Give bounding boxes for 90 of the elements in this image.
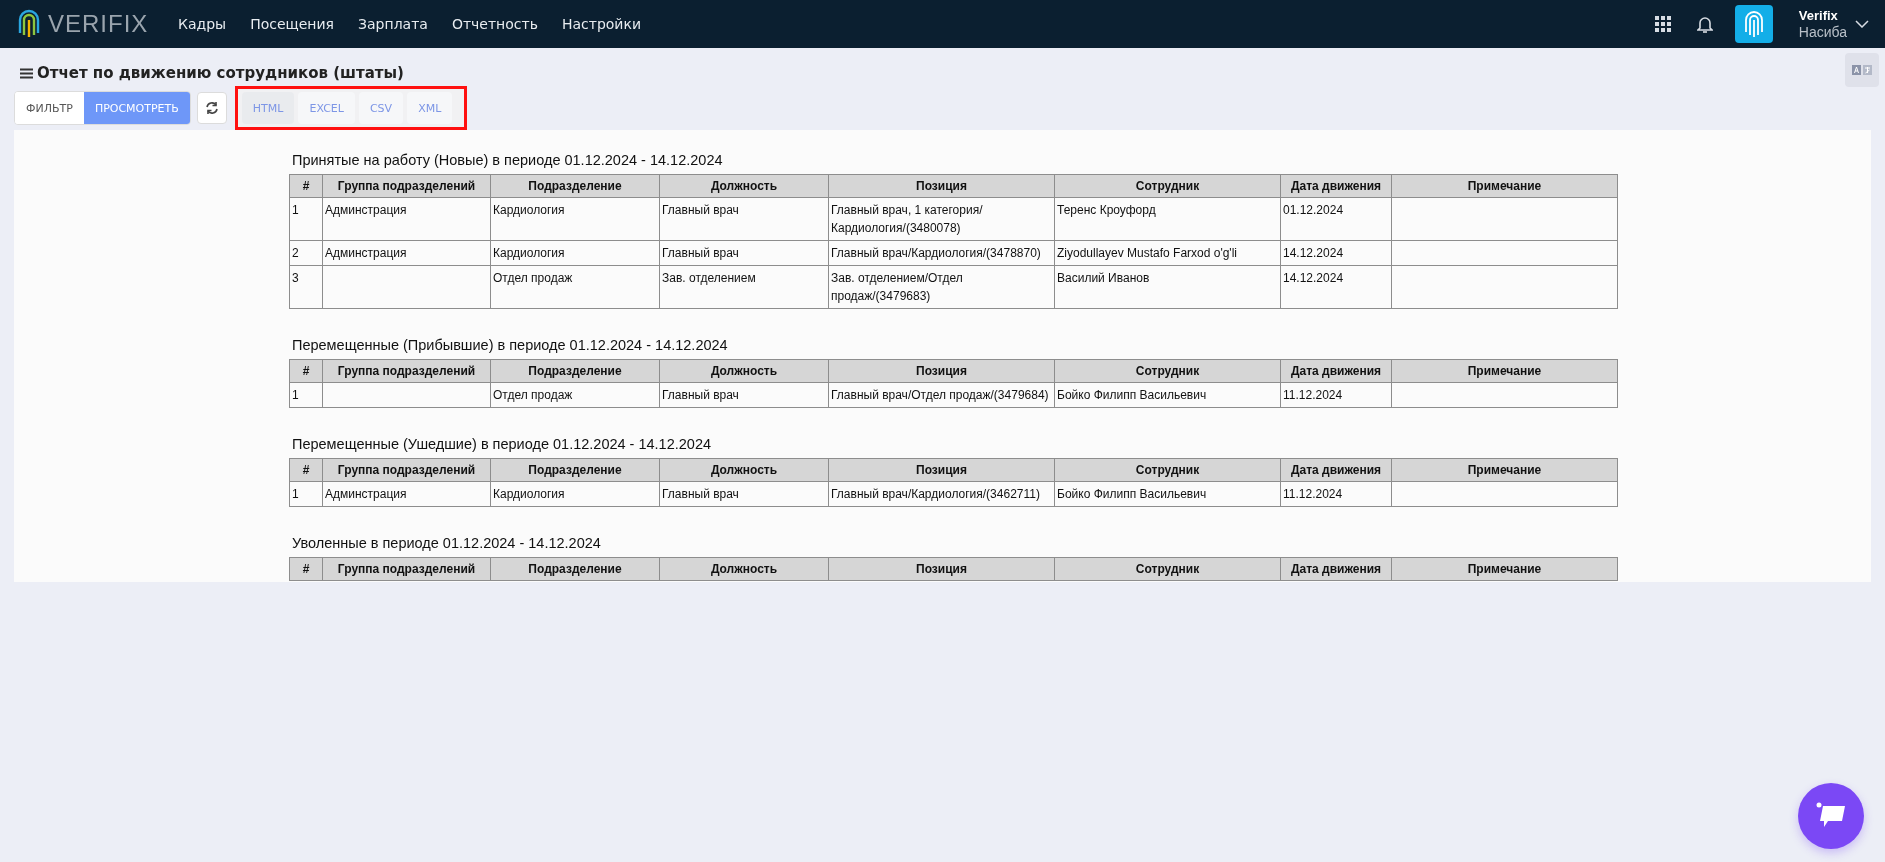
table-cell: Главный врач, 1 категория/ Кардиология/(3480078)	[831, 203, 983, 235]
table-cell: Главный врач/Кардиология/(3462711)	[831, 487, 1040, 501]
chevron-down-icon[interactable]	[1855, 20, 1869, 28]
fingerprint-logo-icon	[16, 9, 42, 39]
column-header: Сотрудник	[1054, 174, 1281, 198]
column-header: Группа подразделений	[322, 557, 491, 581]
table-cell: 2	[292, 246, 299, 260]
column-header: Должность	[659, 557, 829, 581]
table-cell: Главный врач/Отдел продаж/(3479684)	[831, 388, 1049, 402]
column-header: Подразделение	[490, 458, 660, 482]
table-cell: Главный врач	[662, 487, 739, 501]
column-header: #	[289, 458, 323, 482]
table-cell: 3	[292, 271, 299, 285]
section-title: Принятые на работу (Новые) в периоде 01.12.2024 - 14.12.2024	[292, 152, 724, 168]
table-cell: 14.12.2024	[1283, 246, 1344, 260]
table-cell: Бойко Филипп Васильевич	[1057, 487, 1207, 501]
table-cell: 11.12.2024	[1283, 487, 1343, 501]
translate-button[interactable]	[1845, 53, 1879, 87]
column-header: Группа подразделений	[322, 174, 491, 198]
column-header: Позиция	[828, 174, 1055, 198]
table-cell: 1	[292, 487, 299, 501]
section-title: Перемещенные (Прибывшие) в периоде 01.12.2024 - 14.12.2024	[292, 337, 729, 353]
translate-icon	[1852, 65, 1872, 75]
column-header: Сотрудник	[1054, 557, 1281, 581]
nav-menu-item[interactable]: Посещения	[250, 16, 335, 32]
column-header: Должность	[659, 174, 829, 198]
company-name[interactable]: Verifix	[1798, 7, 1847, 24]
column-header: Примечание	[1391, 359, 1618, 383]
table-cell: 01.12.2024	[1283, 203, 1344, 217]
table-cell: Главный врач	[662, 203, 739, 217]
table-cell: Бойко Филипп Васильевич	[1057, 388, 1207, 402]
column-header: Подразделение	[490, 359, 660, 383]
table-cell: Василий Иванов	[1057, 271, 1150, 285]
table-cell: Отдел продаж	[493, 271, 573, 285]
apps-grid-icon[interactable]	[1654, 16, 1671, 32]
column-header: #	[289, 174, 323, 198]
column-header: Дата движения	[1280, 174, 1392, 198]
column-header: Дата движения	[1280, 458, 1392, 482]
chat-button[interactable]	[1798, 783, 1864, 849]
nav-menu-item[interactable]: Настройки	[561, 16, 641, 32]
section-title: Перемещенные (Ушедшие) в периоде 01.12.2024 - 14.12.2024	[292, 436, 713, 452]
column-header: Позиция	[828, 359, 1055, 383]
table-cell: Админстрация	[325, 203, 407, 217]
column-header: Примечание	[1391, 458, 1618, 482]
column-header: Сотрудник	[1054, 359, 1281, 383]
table-cell: Главный врач	[662, 388, 739, 402]
column-header: Примечание	[1391, 557, 1618, 581]
column-header: Группа подразделений	[322, 359, 491, 383]
column-header: Группа подразделений	[322, 458, 491, 482]
column-header: Подразделение	[490, 557, 660, 581]
table-cell: 11.12.2024	[1283, 388, 1343, 402]
table-cell: Главный врач	[662, 246, 739, 260]
column-header: Примечание	[1391, 174, 1618, 198]
notification-bell-icon[interactable]	[1696, 14, 1713, 34]
table-cell: Кардиология	[493, 487, 565, 501]
column-header: Сотрудник	[1054, 458, 1281, 482]
table-cell: 14.12.2024	[1283, 271, 1344, 285]
column-header: Должность	[659, 458, 829, 482]
logo-text[interactable]: VERIFIX	[48, 10, 149, 38]
user-name[interactable]: Насиба	[1798, 24, 1847, 41]
menu-icon[interactable]	[20, 67, 33, 79]
fingerprint-icon	[1742, 10, 1765, 38]
table-cell: Кардиология	[493, 246, 565, 260]
column-header: #	[289, 359, 323, 383]
column-header: Дата движения	[1280, 557, 1392, 581]
table-cell: Админстрация	[325, 487, 407, 501]
nav-menu-item[interactable]: Отчетность	[451, 16, 538, 32]
table-cell: Зав. отделением/Отдел продаж/(3479683)	[831, 271, 963, 303]
table-cell: Главный врач/Кардиология/(3478870)	[831, 246, 1041, 260]
table-cell: Отдел продаж	[493, 388, 573, 402]
refresh-icon	[204, 101, 219, 115]
nav-menu-item[interactable]: Зарплата	[358, 16, 428, 32]
page-title: Отчет по движению сотрудников (штаты)	[37, 64, 404, 82]
column-header: Позиция	[828, 557, 1055, 581]
column-header: Дата движения	[1280, 359, 1392, 383]
table-cell: Кардиология	[493, 203, 565, 217]
section-title: Уволенные в периоде 01.12.2024 - 14.12.2024	[292, 535, 602, 551]
fingerprint-app-tile[interactable]	[1734, 5, 1773, 43]
nav-menu-item[interactable]: Кадры	[178, 16, 227, 32]
table-cell: Ziyodullayev Mustafo Farxod o'g'li	[1057, 246, 1237, 260]
table-cell: 1	[292, 388, 299, 402]
table-cell: Админстрация	[325, 246, 407, 260]
refresh-button[interactable]	[196, 92, 227, 124]
column-header: Подразделение	[490, 174, 660, 198]
table-cell: Теренс Кроуфорд	[1057, 203, 1156, 217]
column-header: Должность	[659, 359, 829, 383]
column-header: Позиция	[828, 458, 1055, 482]
column-header: #	[289, 557, 323, 581]
table-cell: Зав. отделением	[662, 271, 756, 285]
table-cell: 1	[292, 203, 299, 217]
